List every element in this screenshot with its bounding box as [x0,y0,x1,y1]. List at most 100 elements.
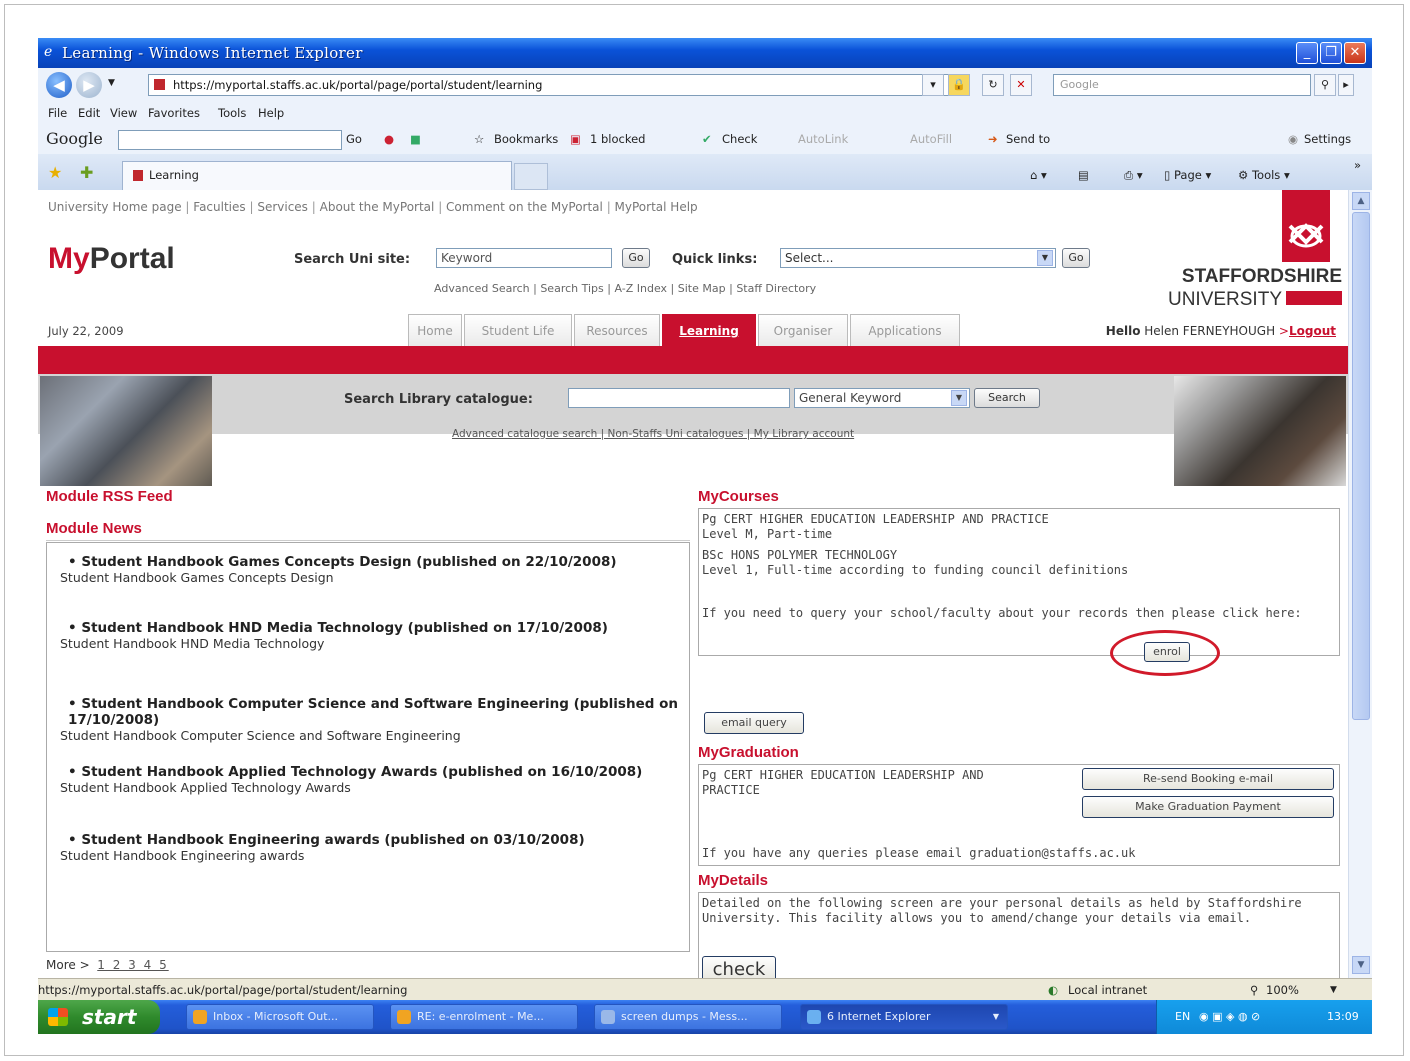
language-indicator[interactable]: EN [1175,1000,1190,1034]
link-site-map[interactable]: Site Map [678,282,726,295]
news-item[interactable]: • Student Handbook Applied Technology Aw… [60,764,700,796]
tab-organiser[interactable]: Organiser [758,314,848,346]
new-tab-button[interactable] [514,163,548,190]
settings-button[interactable]: Settings [1304,132,1351,146]
google-go-button[interactable]: Go [346,132,362,146]
taskbar-item-enrolment[interactable]: RE: e-enrolment - Me... [390,1004,578,1030]
google-search-input[interactable] [118,130,342,150]
university-logo[interactable]: STAFFORDSHIRE UNIVERSITY [1138,190,1348,320]
feeds-icon[interactable]: ▤ [1078,168,1089,182]
link-search-tips[interactable]: Search Tips [540,282,603,295]
history-dropdown-icon[interactable]: ▼ [108,78,115,88]
search-options-icon[interactable]: ▸ [1338,74,1354,96]
minimize-button[interactable]: _ [1296,42,1318,64]
forward-button[interactable]: ▶ [76,72,102,98]
news-item[interactable]: • Student Handbook Games Concepts Design… [60,554,700,586]
scroll-thumb[interactable] [1352,212,1370,720]
group-dropdown-icon: ▼ [992,1012,999,1021]
link-university-home[interactable]: University Home page [48,200,182,214]
tray-icons[interactable]: ◉ ▣ ◈ ◍ ⊘ [1199,1000,1260,1034]
message-icon [601,1010,615,1024]
zoom-dropdown-icon[interactable]: ▼ [1330,985,1337,995]
tab-resources[interactable]: Resources [574,314,660,346]
tab-home[interactable]: Home [408,314,462,346]
link-myportal-help[interactable]: MyPortal Help [615,200,698,214]
tools-menu-button[interactable]: ⚙ Tools ▾ [1238,168,1290,182]
more-link[interactable]: More > [46,958,90,972]
add-favorite-icon[interactable]: ✚ [80,163,93,182]
module-news-heading: Module News [46,520,142,537]
menu-tools[interactable]: Tools [218,106,246,120]
tab-learning[interactable]: Learning [122,161,512,190]
home-icon[interactable]: ⌂ ▾ [1030,168,1047,182]
news-icon[interactable]: ■ [410,132,421,146]
send-to-button[interactable]: Send to [1006,132,1050,146]
search-go-button[interactable]: Go [622,248,650,268]
address-bar[interactable]: https://myportal.staffs.ac.uk/portal/pag… [148,74,968,96]
page-scrollbar[interactable]: ▲ ▼ [1348,190,1372,978]
news-item[interactable]: • Student Handbook Engineering awards (p… [60,832,700,864]
page-links[interactable]: 1 2 3 4 5 [97,958,168,972]
chevron-down-icon: ▼ [1037,250,1053,266]
check-button[interactable]: check [702,956,776,978]
news-item[interactable]: • Student Handbook Computer Science and … [60,696,700,744]
taskbar-item-internet-explorer[interactable]: 6 Internet Explorer ▼ [800,1004,1008,1030]
scroll-up-icon[interactable]: ▲ [1352,192,1370,210]
menu-file[interactable]: File [48,106,67,120]
menu-view[interactable]: View [110,106,137,120]
lock-icon[interactable]: 🔒 [948,74,970,96]
menu-edit[interactable]: Edit [78,106,100,120]
myportal-logo[interactable]: MyPortal [48,242,175,276]
resend-booking-button[interactable]: Re-send Booking e-mail [1082,768,1334,790]
browser-search-input[interactable]: Google [1053,74,1311,96]
link-staff-directory[interactable]: Staff Directory [736,282,816,295]
menu-help[interactable]: Help [258,106,284,120]
tab-applications[interactable]: Applications [850,314,960,346]
link-comment-myportal[interactable]: Comment on the MyPortal [446,200,603,214]
settings-icon: ◉ [1288,132,1299,146]
page-menu-button[interactable]: ▯ Page ▾ [1164,168,1211,182]
bookmarks-button[interactable]: Bookmarks [494,132,558,146]
search-icon[interactable]: ⚲ [1314,74,1336,96]
more-chevron-icon[interactable]: » [1354,158,1361,172]
menu-favorites[interactable]: Favorites [148,106,200,120]
link-about-myportal[interactable]: About the MyPortal [320,200,435,214]
autofill-button[interactable]: AutoFill [910,132,952,146]
stop-icon[interactable]: ✕ [1010,74,1032,96]
taskbar-item-outlook[interactable]: Inbox - Microsoft Out... [186,1004,374,1030]
link-services[interactable]: Services [257,200,308,214]
pagerank-icon[interactable]: ● [384,132,394,146]
check-button[interactable]: Check [722,132,757,146]
news-item[interactable]: • Student Handbook HND Media Technology … [60,620,700,652]
taskbar-item-screen-dumps[interactable]: screen dumps - Mess... [594,1004,782,1030]
email-query-button[interactable]: email query [704,712,804,734]
start-button[interactable]: start [38,1000,160,1034]
library-search-input[interactable] [568,388,790,408]
search-site-input[interactable]: Keyword [436,248,612,268]
brand-red-bar [38,346,1348,374]
autolink-button[interactable]: AutoLink [798,132,848,146]
tab-student-life[interactable]: Student Life [464,314,572,346]
quick-links-select[interactable]: Select... ▼ [780,248,1056,268]
graduation-payment-button[interactable]: Make Graduation Payment [1082,796,1334,818]
maximize-button[interactable]: ❐ [1320,42,1342,64]
favorites-star-icon[interactable]: ★ [48,163,62,182]
zoom-level[interactable]: 100% [1266,983,1299,997]
library-search-button[interactable]: Search [974,388,1040,408]
print-icon[interactable]: ⎙ ▾ [1124,168,1143,183]
link-faculties[interactable]: Faculties [193,200,245,214]
library-links[interactable]: Advanced catalogue search | Non-Staffs U… [452,428,854,440]
back-button[interactable]: ◀ [46,72,72,98]
link-advanced-search[interactable]: Advanced Search [434,282,530,295]
star-icon[interactable]: ☆ [474,132,484,146]
link-a-z-index[interactable]: A-Z Index [614,282,667,295]
address-dropdown-icon[interactable]: ▾ [922,74,944,96]
refresh-icon[interactable]: ↻ [982,74,1004,96]
library-keyword-select[interactable]: General Keyword ▼ [794,388,970,408]
close-button[interactable]: ✕ [1344,42,1366,64]
tab-learning[interactable]: Learning [662,314,756,346]
scroll-down-icon[interactable]: ▼ [1352,956,1370,974]
quick-links-go-button[interactable]: Go [1062,248,1090,268]
logout-link[interactable]: Logout [1289,324,1336,338]
popup-blocked-count[interactable]: 1 blocked [590,132,645,146]
